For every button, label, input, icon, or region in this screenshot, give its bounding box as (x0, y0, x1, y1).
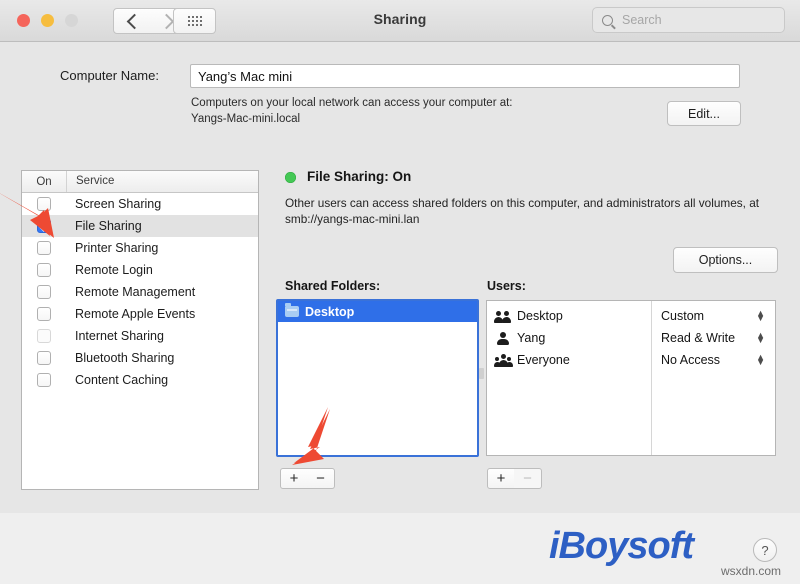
service-checkbox-cell[interactable] (22, 263, 66, 277)
service-checkbox[interactable] (37, 307, 51, 321)
service-row[interactable]: Internet Sharing (22, 325, 258, 347)
user-row[interactable]: Desktop (487, 305, 651, 327)
service-label: Internet Sharing (75, 329, 164, 343)
user-row[interactable]: Everyone (487, 349, 651, 371)
service-checkbox-cell[interactable] (22, 373, 66, 387)
service-checkbox (37, 329, 51, 343)
user-permission-value: No Access (661, 353, 721, 367)
service-checkbox[interactable] (37, 351, 51, 365)
service-row[interactable]: Content Caching (22, 369, 258, 391)
service-label: Bluetooth Sharing (75, 351, 175, 365)
folder-icon (285, 303, 299, 317)
service-label: Screen Sharing (75, 197, 162, 211)
shared-folders-label: Shared Folders: (285, 279, 381, 293)
remove-shared-folder-button[interactable]: − (307, 468, 335, 489)
computer-name-label: Computer Name: (60, 68, 159, 83)
panel-split-handle[interactable] (479, 368, 484, 379)
person-icon (495, 331, 511, 345)
options-button[interactable]: Options... (673, 247, 778, 273)
user-permission-dropdown[interactable]: Read & Write ▲ ▼ (652, 327, 775, 349)
service-checkbox[interactable] (37, 241, 51, 255)
add-user-button[interactable]: + (487, 468, 515, 489)
window-titlebar: Sharing (0, 0, 800, 42)
users-list[interactable]: Desktop Yang Everyone Custom ▲ ▼ Read & Write… (486, 300, 776, 456)
user-permission-dropdown[interactable]: Custom ▲ ▼ (652, 305, 775, 327)
service-row[interactable]: Remote Login (22, 259, 258, 281)
user-row[interactable]: Yang (487, 327, 651, 349)
two-people-icon (494, 310, 511, 323)
service-label: Printer Sharing (75, 241, 159, 255)
search-input[interactable] (620, 12, 774, 28)
service-checkbox-cell[interactable] (22, 285, 66, 299)
status-title: File Sharing: On (307, 169, 412, 184)
shared-folder-name: Desktop (305, 304, 355, 319)
hint-line-1: Computers on your local network can acce… (191, 97, 513, 109)
help-button[interactable]: ? (753, 538, 777, 562)
user-permission-value: Read & Write (661, 331, 736, 345)
service-checkbox[interactable] (37, 285, 51, 299)
computer-name-input[interactable] (191, 65, 739, 87)
service-label: Remote Management (75, 285, 196, 299)
search-field[interactable] (592, 7, 785, 33)
service-checkbox[interactable] (37, 263, 51, 277)
service-checkbox-cell[interactable] (22, 307, 66, 321)
user-name: Yang (517, 331, 546, 345)
service-row[interactable]: Remote Management (22, 281, 258, 303)
service-checkbox-cell[interactable] (22, 329, 66, 343)
service-label: Remote Login (75, 263, 153, 277)
iboysoft-logo: iBoysoft (549, 525, 694, 567)
add-shared-folder-button[interactable]: + (280, 468, 308, 489)
service-checkbox-cell[interactable] (22, 241, 66, 255)
users-label: Users: (487, 279, 526, 293)
hint-line-2: Yangs-Mac-mini.local (191, 112, 301, 125)
users-names-column: Desktop Yang Everyone (487, 301, 652, 455)
watermark: wsxdn.com (721, 564, 782, 578)
status-description: Other users can access shared folders on… (285, 196, 760, 226)
service-row[interactable]: Bluetooth Sharing (22, 347, 258, 369)
service-label: Remote Apple Events (75, 307, 196, 321)
user-name: Everyone (517, 353, 570, 367)
user-permission-value: Custom (661, 309, 705, 323)
service-checkbox[interactable] (37, 373, 51, 387)
arrow-to-add-shared-folder (292, 407, 330, 465)
user-permission-dropdown[interactable]: No Access ▲ ▼ (652, 349, 775, 371)
service-label: File Sharing (75, 219, 142, 233)
service-label: Content Caching (75, 373, 169, 387)
edit-computer-name-button[interactable]: Edit... (667, 101, 741, 126)
three-people-icon (494, 353, 513, 367)
users-permissions-column: Custom ▲ ▼ Read & Write ▲ ▼ No Access ▲ ▼ (652, 301, 775, 455)
stepper-chevrons-icon[interactable]: ▲ ▼ (756, 331, 765, 345)
arrow-to-file-sharing-checkbox (0, 193, 54, 238)
status-indicator-dot (285, 172, 296, 183)
sharing-preferences-window: Sharing Computer Name: Computers on your… (0, 0, 800, 513)
service-checkbox-cell[interactable] (22, 351, 66, 365)
network-access-hint: Computers on your local network can acce… (191, 96, 661, 127)
user-name: Desktop (517, 309, 563, 323)
search-icon (602, 14, 613, 26)
list-item[interactable]: Desktop (278, 301, 477, 322)
stepper-chevrons-icon[interactable]: ▲ ▼ (756, 309, 765, 323)
stepper-chevrons-icon[interactable]: ▲ ▼ (756, 353, 765, 367)
computer-name-field[interactable] (190, 64, 740, 88)
service-row[interactable]: Remote Apple Events (22, 303, 258, 325)
remove-user-button: − (514, 468, 542, 489)
screenshot-root: Sharing Computer Name: Computers on your… (0, 0, 800, 584)
